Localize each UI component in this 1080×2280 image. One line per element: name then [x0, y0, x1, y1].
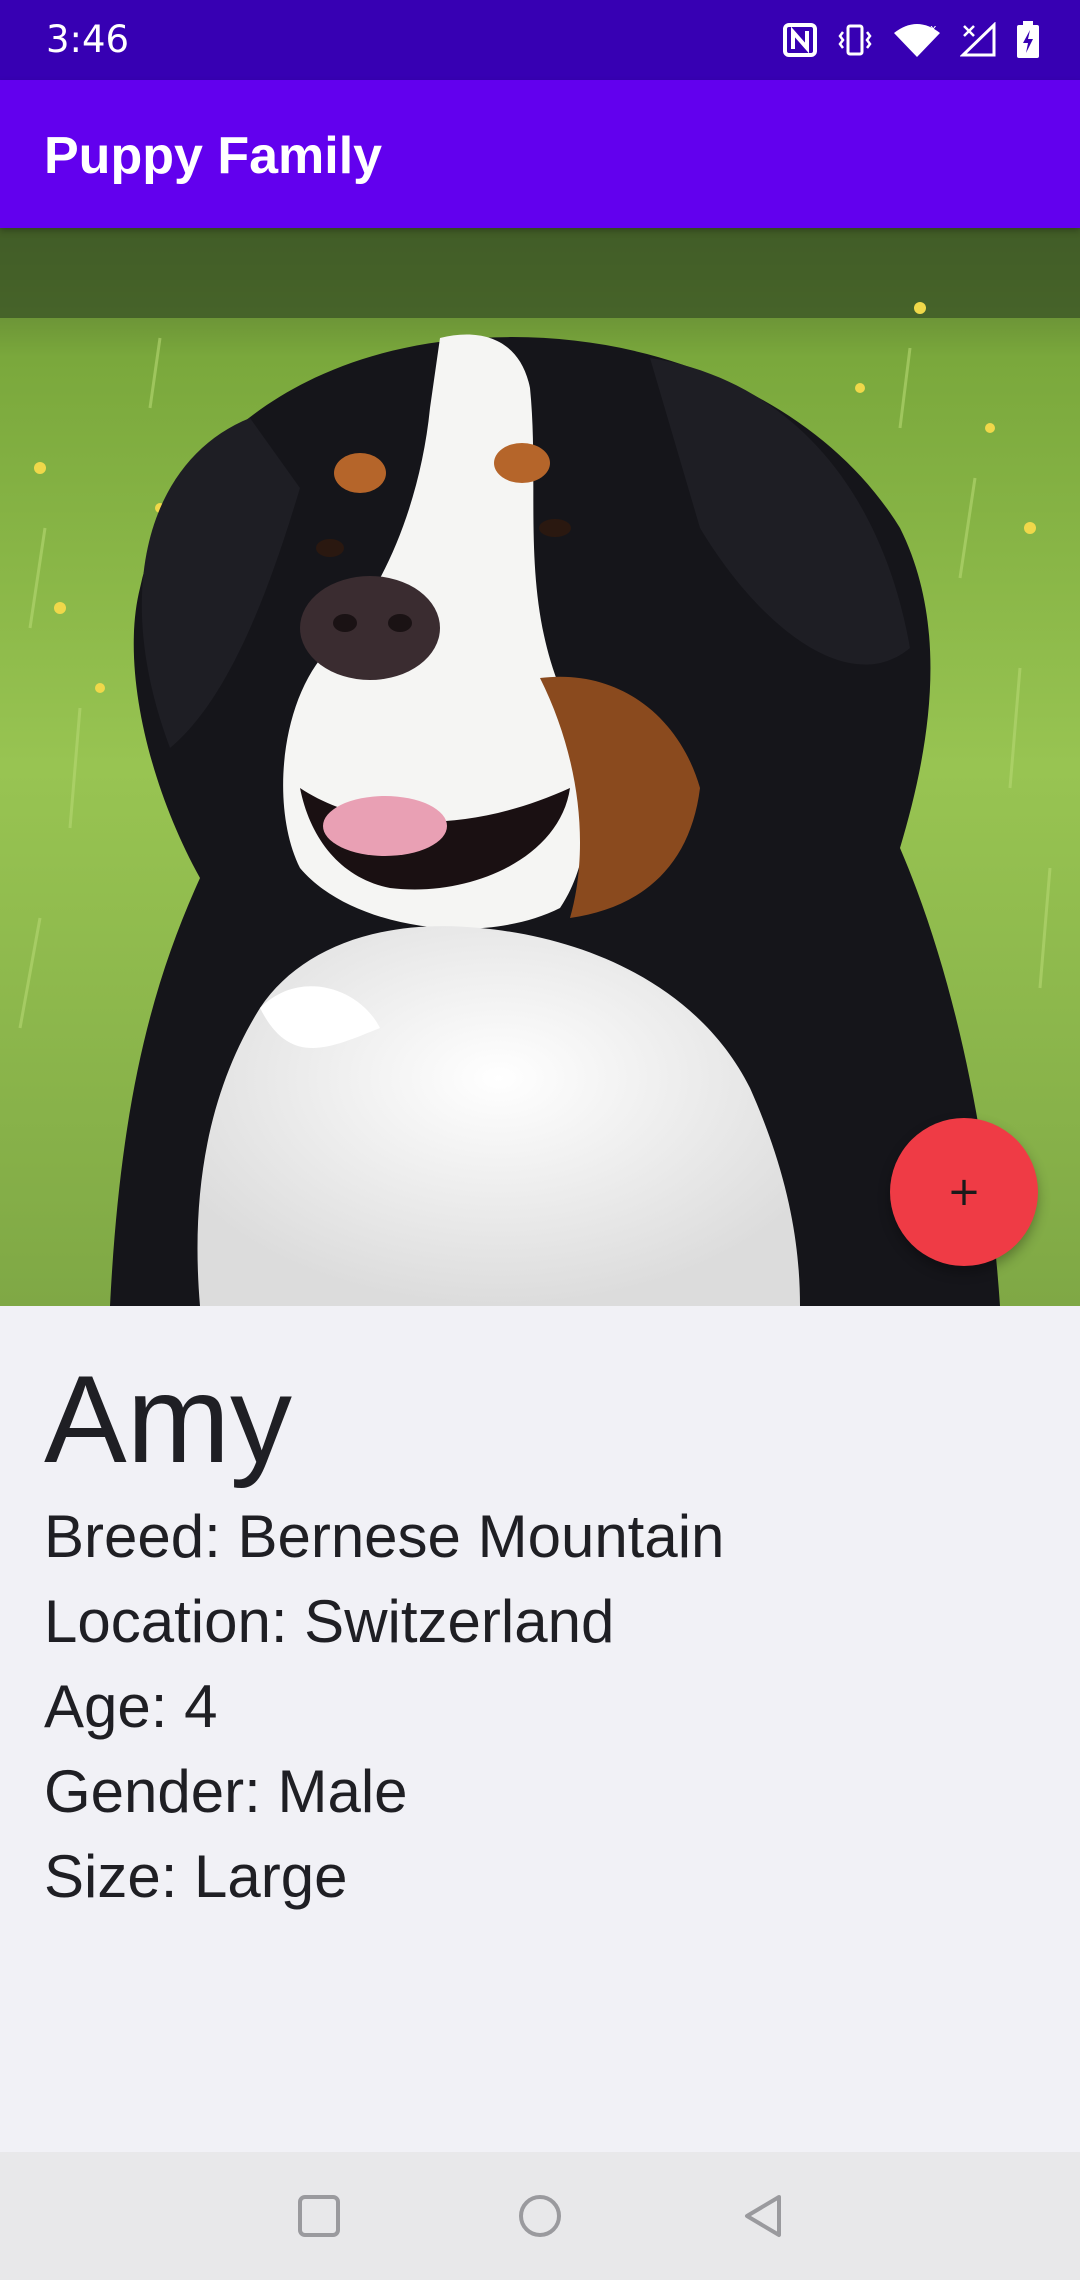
status-bar: 3:46 x [0, 0, 1080, 80]
recents-button[interactable] [289, 2186, 349, 2246]
navigation-bar [0, 2152, 1080, 2280]
signal-icon [960, 22, 998, 58]
wifi-icon: x [892, 21, 942, 59]
screen: 3:46 x Puppy Family + Amy Breed: Bernese… [0, 0, 1080, 2280]
app-title: Puppy Family [44, 127, 383, 185]
pet-size: Size: Large [44, 1843, 348, 1910]
home-button[interactable] [510, 2186, 570, 2246]
back-icon [745, 2195, 781, 2237]
pet-gender: Gender: Male [44, 1758, 408, 1825]
status-icons: x [782, 18, 1040, 62]
pet-details: Amy Breed: Bernese Mountain Location: Sw… [44, 1350, 1044, 1919]
pet-location: Location: Switzerland [44, 1588, 615, 1655]
add-fab-button[interactable]: + [890, 1118, 1038, 1266]
battery-icon [1016, 21, 1040, 59]
plus-icon: + [947, 1169, 981, 1215]
svg-text:x: x [930, 22, 937, 35]
home-icon [519, 2195, 561, 2237]
vibrate-icon [836, 22, 874, 58]
app-bar: Puppy Family [0, 80, 1080, 228]
recents-icon [298, 2195, 340, 2237]
nfc-icon [782, 22, 818, 58]
status-time: 3:46 [46, 18, 130, 61]
pet-breed: Breed: Bernese Mountain [44, 1503, 725, 1570]
back-button[interactable] [733, 2186, 793, 2246]
pet-age: Age: 4 [44, 1673, 218, 1740]
pet-name: Amy [44, 1351, 292, 1489]
